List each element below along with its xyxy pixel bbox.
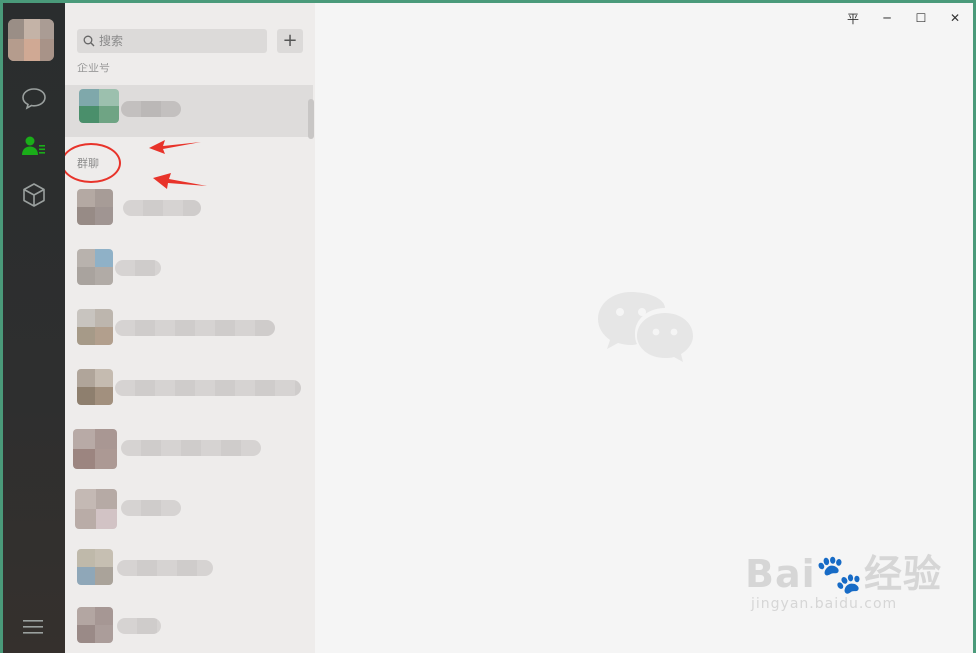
user-avatar[interactable] — [8, 19, 54, 61]
annotation-circle — [65, 143, 121, 183]
wechat-logo-icon — [595, 288, 695, 372]
list-item-name-blurred — [117, 560, 213, 576]
list-item-name-blurred — [123, 200, 201, 216]
annotation-arrow-icon — [149, 140, 201, 154]
list-item[interactable] — [65, 479, 313, 539]
search-icon — [83, 32, 95, 51]
list-item-avatar — [77, 549, 113, 585]
list-item[interactable] — [65, 299, 313, 359]
list-item-name-blurred — [121, 101, 181, 117]
list-item-name-blurred — [115, 320, 275, 336]
list-item[interactable] — [65, 239, 313, 299]
list-item-avatar — [77, 249, 113, 285]
list-item[interactable] — [65, 539, 313, 599]
watermark-brand: Bai — [745, 552, 816, 596]
maximize-button[interactable]: ☐ — [911, 9, 931, 27]
list-item-name-blurred — [121, 440, 261, 456]
contacts-icon[interactable] — [19, 131, 49, 161]
list-item-name-blurred — [115, 260, 161, 276]
pin-button[interactable]: 平 — [843, 9, 863, 27]
list-item-avatar — [77, 607, 113, 643]
main-pane: 平 ─ ☐ ✕ Bai🐾经验 jingyan.baidu.com — [315, 3, 973, 653]
close-button[interactable]: ✕ — [945, 9, 965, 27]
search-input[interactable] — [99, 34, 259, 48]
list-item-avatar — [77, 309, 113, 345]
list-item-avatar — [77, 369, 113, 405]
menu-hamburger-icon[interactable] — [21, 617, 47, 637]
contact-list-pane: + 企业号 群聊 — [65, 3, 315, 653]
list-item-avatar — [73, 429, 117, 469]
list-item-avatar — [79, 89, 119, 123]
watermark-url: jingyan.baidu.com — [751, 596, 898, 612]
watermark-brand2: 经验 — [863, 552, 942, 596]
add-button[interactable]: + — [277, 29, 303, 53]
list-item[interactable] — [65, 359, 313, 419]
list-item-selected[interactable] — [65, 85, 313, 137]
list-item[interactable] — [65, 597, 313, 653]
list-item[interactable] — [65, 419, 313, 479]
chat-icon[interactable] — [19, 83, 49, 113]
wechat-window: + 企业号 群聊 — [3, 3, 973, 653]
list-item-name-blurred — [115, 380, 301, 396]
annotation-arrow-icon — [153, 173, 207, 189]
list-item-avatar — [77, 189, 113, 225]
list-item-name-blurred — [121, 500, 181, 516]
list-item-avatar — [75, 489, 117, 529]
paw-icon: 🐾 — [815, 552, 864, 596]
baidu-jingyan-watermark: Bai🐾经验 jingyan.baidu.com — [745, 543, 942, 612]
minimize-button[interactable]: ─ — [877, 9, 897, 27]
search-bar[interactable] — [77, 29, 267, 53]
miniprogram-cube-icon[interactable] — [19, 180, 49, 210]
list-item-name-blurred — [117, 618, 161, 634]
list-scrollbar[interactable] — [308, 99, 314, 139]
section-label-official: 企业号 — [77, 61, 110, 74]
sidebar — [3, 3, 65, 653]
